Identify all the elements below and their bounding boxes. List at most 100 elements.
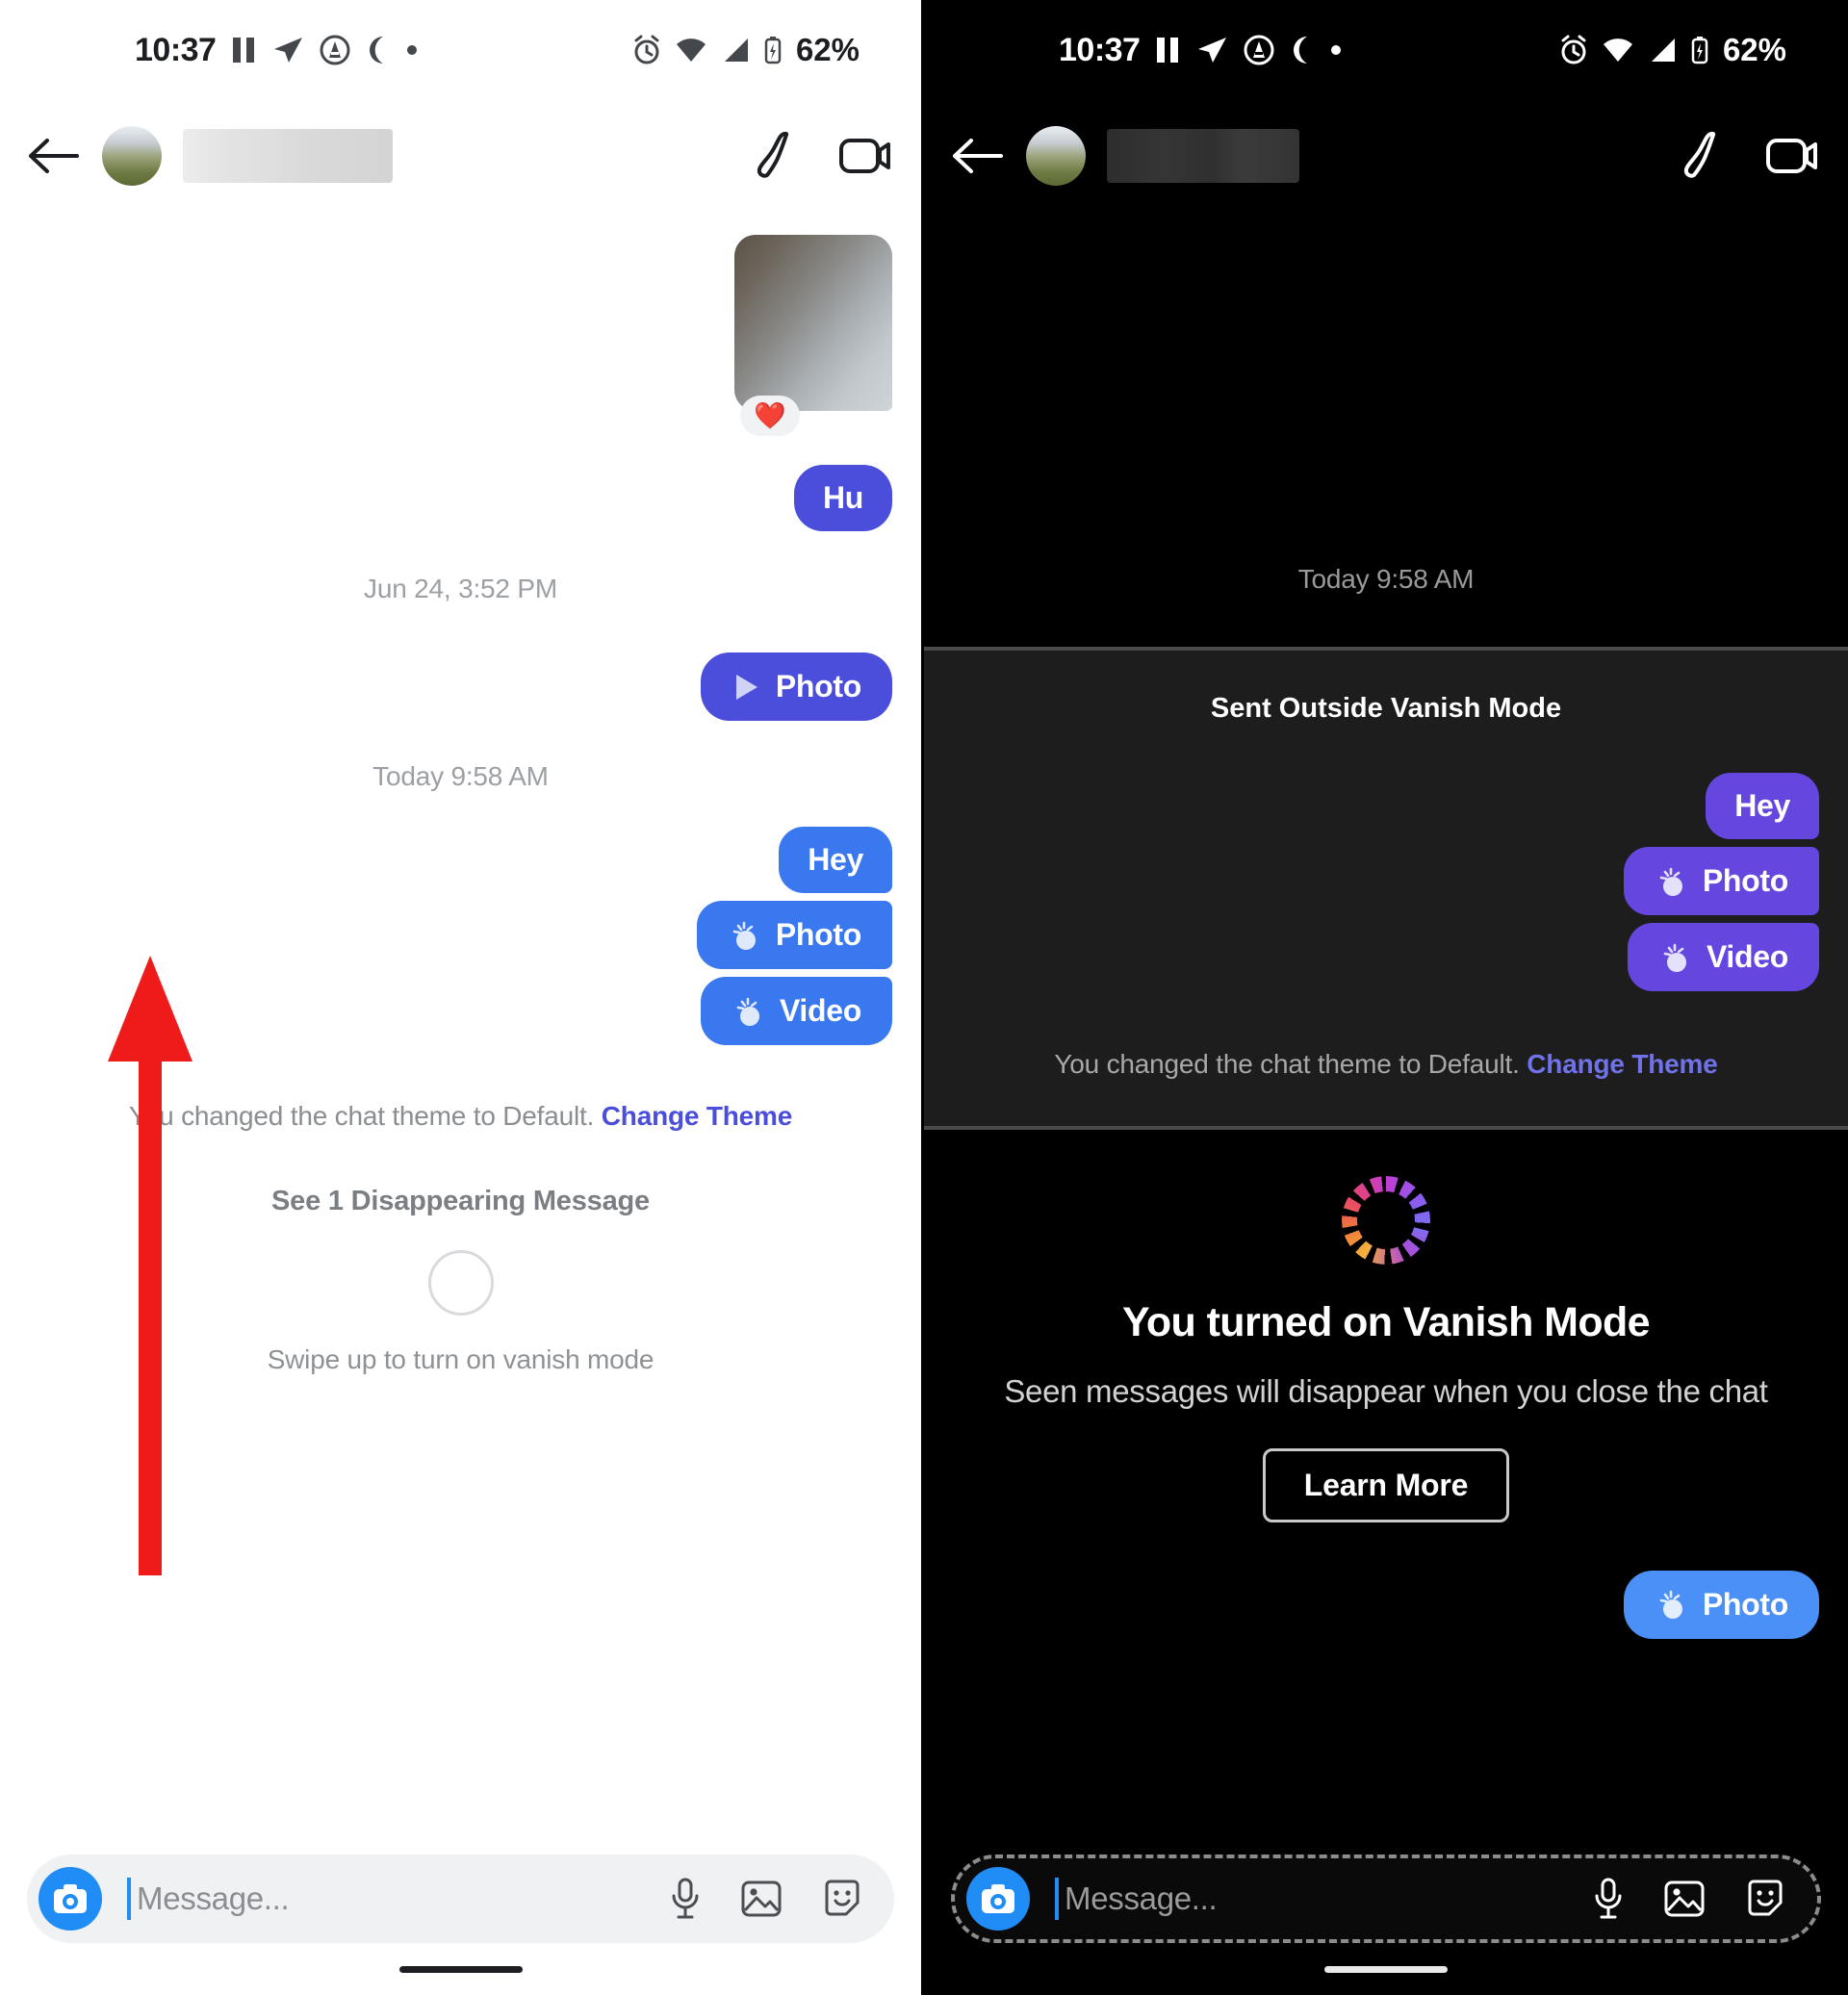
message-row-photo-play[interactable]: Photo [29,652,892,721]
message-bubble-label: Video [1706,939,1788,974]
home-pill[interactable] [398,1965,523,1973]
audio-call-icon[interactable] [754,131,802,181]
see-disappearing-message-label[interactable]: See 1 Disappearing Message [29,1186,892,1217]
timestamp-jun24: Jun 24, 3:52 PM [364,574,557,603]
message-row-hu[interactable]: Hu [29,465,892,531]
swipe-up-hint: Swipe up to turn on vanish mode [267,1344,654,1375]
learn-more-button[interactable]: Learn More [1262,1447,1510,1522]
contact-name-redacted[interactable] [1107,129,1299,183]
avatar[interactable] [102,126,162,186]
sent-outside-vanish-label: Sent Outside Vanish Mode [1210,693,1562,724]
camera-icon[interactable] [38,1867,102,1931]
light-mode-phone-panel: 10:37 62% ❤️ Hu Jun 24, 3:52 PM Photo To… [0,0,924,1995]
video-call-icon[interactable] [838,135,892,177]
message-bubble-label: Photo [1702,863,1788,898]
back-arrow-icon[interactable] [27,129,81,183]
message-composer-light[interactable]: Message... [27,1854,894,1943]
message-row-photo-after-vanish[interactable]: Photo [953,1570,1819,1639]
home-indicator-light [0,1943,921,1995]
message-row-hey[interactable]: Hey [29,827,892,893]
message-composer-dark[interactable]: Message... [951,1854,1821,1943]
heart-reaction-badge[interactable]: ❤️ [740,396,800,436]
chat-header-light [0,100,921,212]
back-arrow-icon[interactable] [951,129,1005,183]
message-row-photo-attachment[interactable]: ❤️ [29,235,892,436]
message-bubble-photo-vanish[interactable]: Photo [696,901,892,969]
audio-call-icon[interactable] [1681,131,1729,181]
message-row-photo-vanish[interactable]: Photo [29,901,892,969]
message-row-hey-dark[interactable]: Hey [953,773,1819,839]
header-actions [754,131,892,181]
chat-header-dark [924,100,1848,212]
message-input-light[interactable]: Message... [127,1878,669,1920]
theme-change-note-light: You changed the chat theme to Default. C… [29,1099,892,1134]
pause-icon [1155,36,1180,64]
message-bubble-photo-after-vanish[interactable]: Photo [1623,1570,1819,1639]
header-actions [1681,131,1819,181]
composer-icons-light [669,1877,863,1921]
sticker-icon[interactable] [821,1878,863,1920]
message-bubble-hey[interactable]: Hey [1706,773,1819,839]
dark-mode-phone-panel: 10:37 62% Today 9:58 AM Sent Outside Van… [924,0,1848,1995]
message-row-video-dark[interactable]: Video [953,923,1819,991]
screenshot-stage: 10:37 62% ❤️ Hu Jun 24, 3:52 PM Photo To… [0,0,1848,1995]
message-bubble-photo[interactable]: Photo [1623,847,1819,915]
status-bar-right-group: 62% [632,32,860,68]
pause-icon [231,36,256,64]
message-bubble-label: Photo [775,917,861,952]
message-input-dark[interactable]: Message... [1055,1878,1592,1920]
photo-attachment[interactable]: ❤️ [734,235,892,436]
android-auto-icon [1244,35,1274,65]
gallery-icon[interactable] [1663,1879,1706,1919]
message-bubble-label: Photo [1702,1586,1788,1622]
composer-wrap-dark: Message... [924,1839,1848,1943]
change-theme-link[interactable]: Change Theme [1527,1049,1718,1079]
video-call-icon[interactable] [1765,135,1819,177]
message-row-video-vanish[interactable]: Video [29,977,892,1045]
message-bubble-photo-play[interactable]: Photo [700,652,892,721]
bomb-timer-icon [732,995,764,1028]
contact-name-redacted[interactable] [183,129,393,183]
status-time: 10:37 [1059,31,1141,68]
composer-icons-dark [1592,1877,1786,1921]
message-bubble-hu[interactable]: Hu [793,465,892,531]
cellular-signal-icon [721,37,750,64]
home-pill[interactable] [1324,1965,1448,1973]
vanish-mode-hero: You turned on Vanish Mode Seen messages … [924,1176,1848,1522]
timestamp-today-dark: Today 9:58 AM [1297,564,1475,594]
message-thread-dark[interactable]: Today 9:58 AM Sent Outside Vanish Mode H… [924,212,1848,1839]
status-bar-right-group: 62% [1559,32,1786,68]
dot-icon [404,42,420,58]
battery-percent: 62% [795,32,860,67]
change-theme-link[interactable]: Change Theme [602,1101,793,1131]
microphone-icon[interactable] [669,1877,702,1921]
text-caret [1055,1878,1059,1920]
avatar[interactable] [1026,126,1086,186]
message-bubble-label: Photo [775,669,861,703]
gallery-icon[interactable] [740,1879,783,1919]
alarm-clock-icon [632,35,661,65]
send-icon [1195,35,1228,65]
alarm-clock-icon [1559,35,1588,65]
bomb-timer-icon [728,919,760,952]
send-icon [271,35,304,65]
battery-icon [763,36,783,64]
divider-line [924,1126,1848,1131]
message-placeholder: Message... [1065,1880,1218,1916]
sticker-icon[interactable] [1744,1878,1786,1920]
camera-icon[interactable] [966,1867,1030,1931]
vanish-mode-subtitle: Seen messages will disappear when you cl… [1004,1373,1768,1410]
microphone-icon[interactable] [1592,1877,1625,1921]
message-row-photo-dark[interactable]: Photo [953,847,1819,915]
message-bubble-video[interactable]: Video [1627,923,1819,991]
message-bubble-label: Video [779,993,861,1028]
crescent-moon-icon [366,35,389,65]
theme-change-text: You changed the chat theme to Default. [128,1101,595,1131]
wifi-icon [675,37,707,64]
message-bubble-hey[interactable]: Hey [779,827,892,893]
status-bar-left-group: 10:37 [135,32,420,69]
message-bubble-video-vanish[interactable]: Video [700,977,892,1045]
sent-outside-vanish-section: Sent Outside Vanish Mode Hey Photo Video… [924,651,1848,1127]
message-thread-light[interactable]: ❤️ Hu Jun 24, 3:52 PM Photo Today 9:58 A… [0,212,921,1839]
message-placeholder: Message... [137,1880,290,1916]
